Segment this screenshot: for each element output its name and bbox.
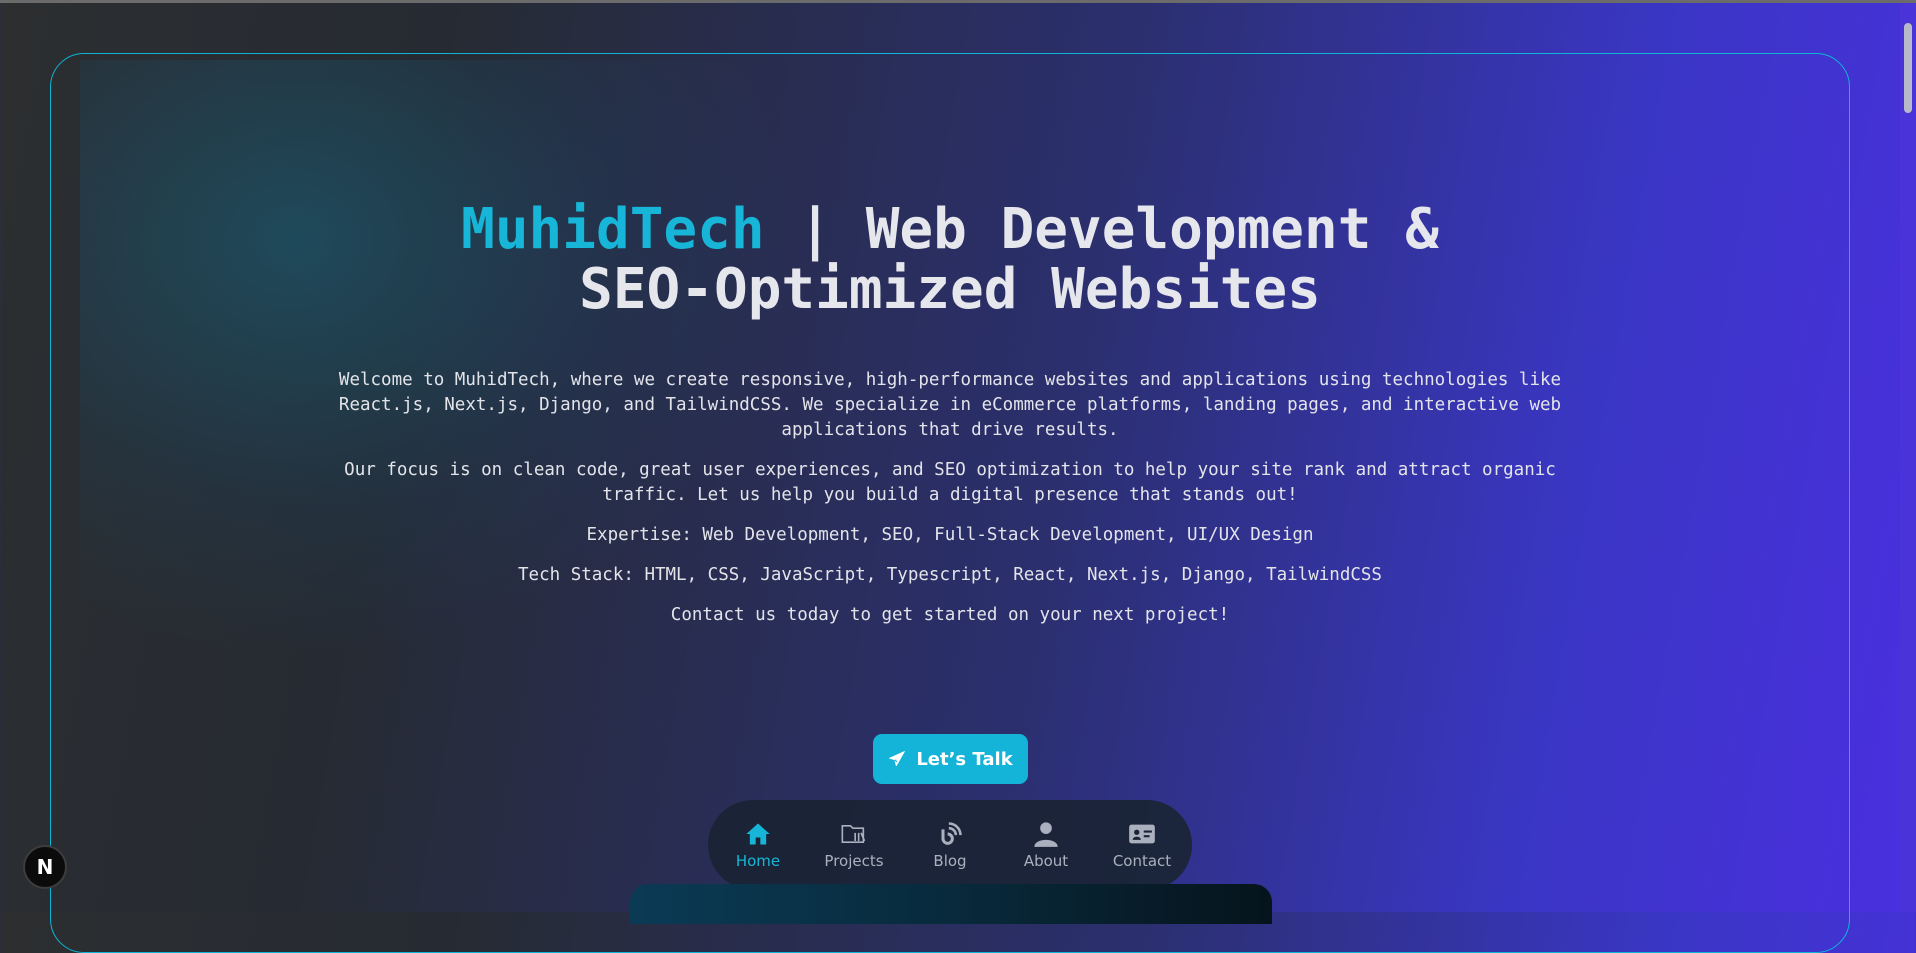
title-line-1: | Web Development & — [764, 197, 1439, 262]
user-icon — [1034, 822, 1058, 847]
contact-line: Contact us today to get started on your … — [670, 605, 1230, 625]
home-icon — [746, 823, 770, 845]
badge-letter: N — [36, 855, 54, 879]
tech-stack-line: Tech Stack: HTML, CSS, JavaScript, Types… — [518, 565, 1382, 585]
blog-icon — [941, 822, 962, 845]
hero-section: MuhidTech | Web Development & SEO-Optimi… — [200, 200, 1700, 628]
nav-item-home[interactable]: Home — [720, 820, 796, 870]
nav-label-about: About — [1023, 852, 1069, 870]
paper-plane-icon — [889, 751, 906, 767]
lets-talk-label: Let’s Talk — [916, 748, 1013, 770]
brand-name: MuhidTech — [461, 197, 765, 262]
lets-talk-button[interactable]: Let’s Talk — [873, 734, 1028, 784]
content-preview-panel — [630, 884, 1272, 924]
window-top-border — [0, 0, 1916, 3]
page-title: MuhidTech | Web Development & SEO-Optimi… — [200, 200, 1700, 320]
contact-card-icon — [1129, 824, 1155, 844]
scrollbar[interactable] — [1900, 3, 1916, 912]
title-line-2: SEO-Optimized Websites — [579, 257, 1321, 322]
nav-item-projects[interactable]: Projects — [816, 820, 892, 870]
nav-label-projects: Projects — [824, 852, 884, 870]
nav-label-contact: Contact — [1112, 852, 1172, 870]
bottom-nav: Home Projects Blog About Contact — [708, 800, 1192, 890]
nav-label-home: Home — [735, 852, 781, 870]
expertise-line: Expertise: Web Development, SEO, Full-St… — [586, 525, 1314, 545]
focus-paragraph: Our focus is on clean code, great user e… — [344, 460, 1556, 505]
folder-icon — [841, 825, 866, 843]
nav-item-blog[interactable]: Blog — [912, 820, 988, 870]
scrollbar-thumb[interactable] — [1904, 23, 1912, 113]
nav-label-blog: Blog — [933, 852, 967, 870]
next-dev-badge[interactable]: N — [23, 845, 67, 889]
nav-item-about[interactable]: About — [1008, 820, 1084, 870]
intro-paragraph: Welcome to MuhidTech, where we create re… — [338, 370, 1562, 440]
nav-item-contact[interactable]: Contact — [1104, 820, 1180, 870]
